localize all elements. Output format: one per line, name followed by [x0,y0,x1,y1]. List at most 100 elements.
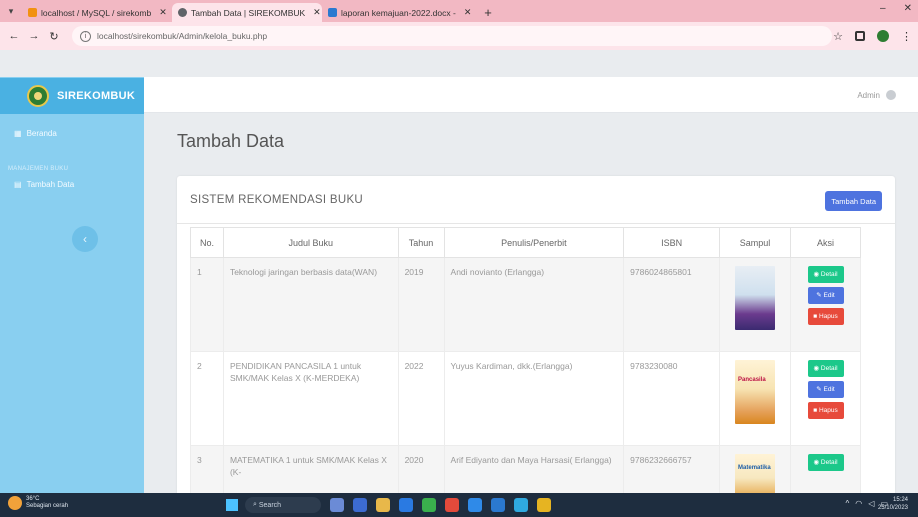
globe-icon [178,8,187,17]
whatsapp-icon[interactable] [422,498,436,512]
book-year: 2019 [397,257,445,352]
address-bar: ← → ↻ i localhost/sirekombuk/Admin/kelol… [0,22,918,50]
chrome-icon[interactable] [445,498,459,512]
widgets-icon[interactable] [353,498,367,512]
column-header: Tahun [397,227,445,258]
table-icon: ▤ [14,180,22,189]
detail-button[interactable]: ◉ Detail [807,266,844,283]
folder-icon[interactable] [537,498,551,512]
edge-icon[interactable] [514,498,528,512]
edit-label: Edit [823,291,835,299]
table-header-row: No. Judul Buku Tahun Penulis/Penerbit IS… [190,227,861,258]
browser-tab-strip: ▾ localhost / MySQL / sirekomb ✕ Tambah … [0,0,918,22]
add-data-button[interactable]: Tambah Data [825,191,882,211]
book-cover-image: Matematika [735,454,776,494]
user-name: Admin [857,90,880,100]
volume-icon: ◁ [868,499,875,508]
sidebar-item-tambah-data[interactable]: ▤ Tambah Data [14,180,74,189]
column-header: No. [190,227,224,258]
tab-title: laporan kemajuan-2022.docx - [341,7,456,18]
eye-icon: ◉ [813,458,821,466]
books-table: No. Judul Buku Tahun Penulis/Penerbit IS… [190,227,861,496]
profile-icon[interactable] [877,30,889,42]
book-title: Teknologi jaringan berbasis data(WAN) [222,257,399,352]
table-row: 2 PENDIDIKAN PANCASILA 1 untuk SMK/MAK K… [190,351,861,446]
taskbar: 36°C Sebagian cerah ⌕ Search ^ ◠ ◁ ▭ 15:… [0,493,918,517]
card-title: SISTEM REKOMENDASI BUKU [190,194,364,206]
book-author: Arif Ediyanto dan Maya Harsasi( Erlangga… [443,445,625,496]
word-icon[interactable] [491,498,505,512]
clock[interactable]: 15:24 25/10/2023 [878,496,908,512]
site-info-icon[interactable]: i [80,30,91,42]
page-title: Tambah Data [177,131,285,151]
avatar-icon [886,90,896,100]
browser-tab[interactable]: localhost / MySQL / sirekomb ✕ [22,3,172,22]
edit-button[interactable]: ✎ Edit [807,287,844,304]
vscode-icon[interactable] [468,498,482,512]
sidebar-toggle-button[interactable]: ‹ [72,226,98,252]
edit-icon: ✎ [816,385,824,393]
sidebar-item-beranda[interactable]: ▦ Beranda [14,129,57,138]
brand[interactable]: SIREKOMBUK [0,78,144,114]
topbar: Admin [144,77,918,113]
school-logo-icon [27,85,49,107]
taskbar-search[interactable]: ⌕ Search [245,497,321,513]
close-tab-icon[interactable]: ✕ [464,7,472,18]
column-header: Penulis/Penerbit [443,227,625,258]
file-explorer-icon[interactable] [376,498,390,512]
extension-icon[interactable] [855,31,865,41]
phpmyadmin-icon [28,8,37,17]
url-input[interactable]: i localhost/sirekombuk/Admin/kelola_buku… [72,26,832,46]
chevron-up-icon: ^ [845,499,850,508]
delete-label: Hapus [818,406,838,414]
close-tab-icon[interactable]: ✕ [159,7,167,18]
clock-time: 15:24 [892,497,908,503]
browser-tab[interactable]: laporan kemajuan-2022.docx - ✕ [322,3,478,22]
book-year: 2020 [397,445,445,496]
browser-tab-active[interactable]: Tambah Data | SIREKOMBUK ✕ [172,3,322,22]
row-number: 1 [190,257,224,352]
back-arrow-icon[interactable]: ← [6,30,22,42]
edit-label: Edit [823,385,835,393]
book-cover-image [735,266,776,330]
mail-icon[interactable] [399,498,413,512]
url-text: localhost/sirekombuk/Admin/kelola_buku.p… [97,31,268,41]
user-menu[interactable]: Admin [857,90,896,100]
row-number: 3 [190,445,224,496]
actions-cell: ◉ Detail ✎ Edit ■ Hapus [790,257,861,352]
eye-icon: ◉ [813,270,821,278]
bookmark-star-icon[interactable]: ☆ [833,30,843,43]
windows-start-icon[interactable] [226,499,238,511]
tab-search-icon[interactable]: ▾ [0,0,22,22]
delete-label: Hapus [818,312,838,320]
book-author: Andi novianto (Erlangga) [443,257,625,352]
brand-name: SIREKOMBUK [57,90,136,102]
task-view-icon[interactable] [330,498,344,512]
taskbar-apps [330,498,551,512]
new-tab-button[interactable]: + [478,3,498,22]
eye-icon: ◉ [813,364,821,372]
detail-button[interactable]: ◉ Detail [807,360,844,377]
sidebar-item-label: Tambah Data [26,180,75,189]
edit-button[interactable]: ✎ Edit [807,381,844,398]
detail-label: Detail [820,458,838,466]
table-row: 3 MATEMATIKA 1 untuk SMK/MAK Kelas X (K-… [190,445,861,496]
minimize-icon[interactable]: ‒ [880,3,886,14]
weather-temp: 36°C [26,496,40,502]
close-window-icon[interactable]: ✕ [904,3,912,14]
detail-button[interactable]: ◉ Detail [807,454,844,471]
word-doc-icon [328,8,337,17]
sidebar-item-label: Beranda [26,129,57,138]
table-row: 1 Teknologi jaringan berbasis data(WAN) … [190,257,861,352]
delete-button[interactable]: ■ Hapus [807,308,844,325]
delete-button[interactable]: ■ Hapus [807,402,844,419]
browser-menu-icon[interactable]: ⋮ [901,30,912,43]
book-isbn: 9783230080 [623,351,721,446]
close-tab-icon[interactable]: ✕ [313,7,321,18]
weather-widget[interactable]: 36°C Sebagian cerah [8,496,68,510]
book-isbn: 9786232666757 [623,445,721,496]
tab-title: Tambah Data | SIREKOMBUK [191,7,306,18]
sidebar-heading: MANAJEMEN BUKU [8,166,69,172]
forward-arrow-icon[interactable]: → [26,30,42,42]
reload-icon[interactable]: ↻ [46,30,62,43]
